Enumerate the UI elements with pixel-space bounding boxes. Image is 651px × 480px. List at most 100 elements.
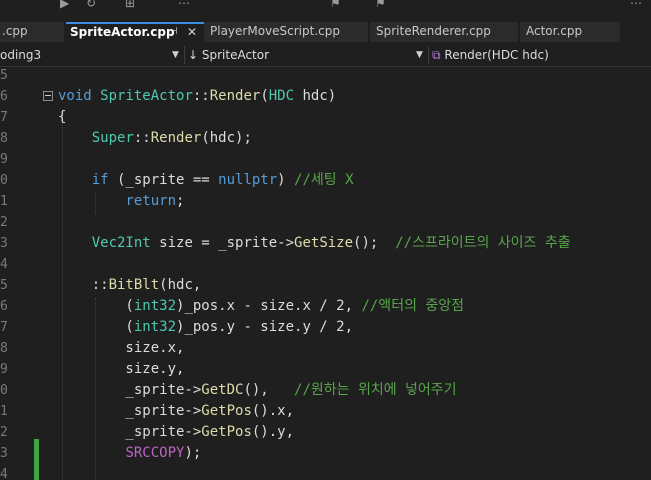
code-line[interactable]: 0 if (_sprite == nullptr) //세팅 X [0,170,651,191]
member-label: Render(HDC hdc) [444,48,549,62]
code-line[interactable]: 1 return; [0,191,651,212]
code-token: //액터의 중앙점 [361,298,465,314]
code-text: Vec2Int size = _sprite->GetSize(); //스프라… [58,233,571,254]
divider [428,46,429,64]
tab-label: .cpp [2,24,28,38]
code-text: SRCCOPY); [58,443,201,464]
code-text: if (_sprite == nullptr) //세팅 X [58,170,354,191]
code-token: Render [150,130,202,146]
code-token: //세팅 X [294,172,354,188]
code-token: size.x, [58,340,185,356]
code-line[interactable]: 0 _sprite->GetDC(), //원하는 위치에 넣어주기 [0,380,651,401]
code-token: (_sprite == [108,172,219,188]
toolbar-icon[interactable]: ⋯ [178,0,190,10]
line-number: 9 [0,362,8,377]
line-number: 7 [0,110,8,125]
scope-dropdown[interactable]: ↓ SpriteActor ▼ [188,45,426,65]
code-token: (hdc); [201,130,252,146]
collapse-icon[interactable] [43,91,53,101]
toolbar: ▶ ↻ ⊞ ⋯ ⚑ ⚑ ⋯ [0,0,651,22]
code-token: nullptr [218,172,278,188]
code-line[interactable]: 1 _sprite->GetPos().x, [0,401,651,422]
code-token: _sprite-> [58,403,202,419]
line-number: 1 [0,404,8,419]
code-line[interactable]: 8 size.x, [0,338,651,359]
tab-spriteactor-cpp[interactable]: SpriteActor.cpp ⊣ ✕ [66,22,204,42]
tab-playermovescript-cpp[interactable]: PlayerMoveScript.cpp [204,22,368,42]
code-line[interactable]: 6 (int32)_pos.x - size.x / 2, //액터의 중앙점 [0,296,651,317]
tab-label: PlayerMoveScript.cpp [210,24,340,38]
code-token: GetPos [201,403,252,419]
code-text: void SpriteActor::Render(HDC hdc) [58,86,336,107]
pin-icon[interactable]: ⊣ [169,24,178,40]
tab-label: SpriteActor.cpp [70,25,175,39]
code-line[interactable]: 9 size.y, [0,359,651,380]
line-number: 5 [0,68,8,83]
toolbar-icon[interactable]: ⚑ [375,0,386,10]
code-token: ; [176,193,185,209]
chevron-down-icon: ▼ [172,50,179,60]
code-token: HDC [268,88,295,104]
member-dropdown[interactable]: ⧉ Render(HDC hdc) [432,45,651,65]
code-line[interactable]: 2 _sprite->GetPos().y, [0,422,651,443]
code-line[interactable]: 4 [0,464,651,480]
code-text: _sprite->GetPos().x, [58,401,294,422]
code-line[interactable]: 8 Super::Render(hdc); [0,128,651,149]
code-line[interactable]: 3 SRCCOPY); [0,443,651,464]
close-icon[interactable]: ✕ [187,24,197,40]
scope-label: ↓ SpriteActor [188,48,270,62]
code-editor[interactable]: 5 6 void SpriteActor::Render(HDC hdc) 7{8 S… [0,67,651,480]
code-line[interactable]: 6 void SpriteActor::Render(HDC hdc) [0,86,651,107]
line-number: 8 [0,341,8,356]
code-line[interactable]: 9 [0,149,651,170]
code-token: size = _sprite-> [150,235,295,251]
toolbar-icon[interactable]: ⊞ [125,0,135,10]
code-token: GetDC [201,382,244,398]
line-number: 2 [0,425,8,440]
code-text: _sprite->GetPos().y, [58,422,294,443]
run-icon[interactable]: ▶ [60,0,69,10]
navigation-bar: oding3 ▼ ↓ SpriteActor ▼ ⧉ Render(HDC hd… [0,44,651,67]
code-token: Super [91,130,134,146]
project-label: oding3 [0,48,42,62]
tab-partial-cpp[interactable]: .cpp [0,22,64,42]
editor-tab-strip: .cpp SpriteActor.cpp ⊣ ✕ PlayerMoveScrip… [0,22,651,42]
code-token: ( [58,298,134,314]
code-text: ::BitBlt(hdc, [58,275,202,296]
tab-actor-cpp[interactable]: Actor.cpp [520,22,620,42]
code-token: :: [133,130,151,146]
line-number: 6 [0,299,8,314]
code-token: Vec2Int [91,235,151,251]
code-text: Super::Render(hdc); [58,128,252,149]
code-token: //스프라이트의 사이즈 추출 [395,235,571,251]
code-line[interactable]: 5 ::BitBlt(hdc, [0,275,651,296]
line-number: 3 [0,446,8,461]
line-number: 7 [0,320,8,335]
code-text: size.x, [58,338,184,359]
code-text: size.y, [58,359,184,380]
code-line[interactable]: 4 [0,254,651,275]
code-token: size.y, [58,361,185,377]
code-text: _sprite->GetDC(), //원하는 위치에 넣어주기 [58,380,456,401]
code-line[interactable]: 3 Vec2Int size = _sprite->GetSize(); //스… [0,233,651,254]
toolbar-icon[interactable]: ⚑ [330,0,341,10]
code-token: )_pos.y - size.y / 2, [176,319,354,335]
code-line[interactable]: 5 [0,67,651,86]
line-number: 0 [0,173,8,188]
code-token: )_pos.x - size.x / 2, [176,298,362,314]
refresh-icon[interactable]: ↻ [86,0,96,10]
code-text: return; [58,191,184,212]
line-number: 4 [0,467,8,480]
code-token: ); [184,445,202,461]
code-line[interactable]: 7 (int32)_pos.y - size.y / 2, [0,317,651,338]
code-line[interactable]: 2 [0,212,651,233]
tab-spriterenderer-cpp[interactable]: SpriteRenderer.cpp [370,22,518,42]
code-token: { [58,109,67,125]
line-number: 6 [0,89,8,104]
line-number: 0 [0,383,8,398]
toolbar-icon[interactable]: ⋯ [630,0,642,10]
code-line[interactable]: 7{ [0,107,651,128]
project-dropdown[interactable]: oding3 ▼ [0,45,182,65]
